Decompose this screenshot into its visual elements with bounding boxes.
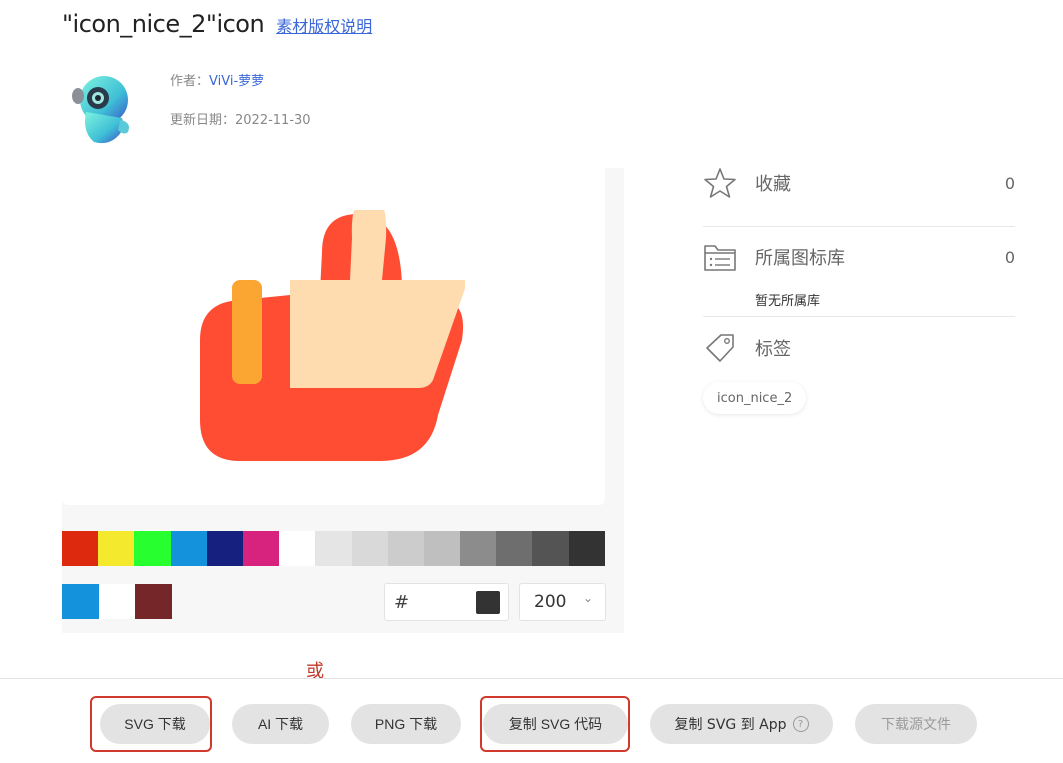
tag-icon: [706, 334, 734, 362]
chevron-down-icon: ⌄: [582, 591, 593, 605]
color-swatch[interactable]: [568, 531, 605, 566]
help-icon[interactable]: ?: [792, 716, 809, 732]
size-select[interactable]: 200 ⌄: [519, 583, 606, 621]
author-label: 作者：: [170, 74, 210, 89]
color-swatch[interactable]: [496, 531, 533, 566]
favorite-row[interactable]: 收藏 0: [703, 163, 1015, 203]
bottom-divider: [0, 678, 1063, 679]
color-swatch[interactable]: [315, 531, 352, 566]
color-swatch[interactable]: [460, 531, 497, 566]
icon-sidebar: 收藏 0 所属图标库 0 暂无所属库 标签 icon_nice_2: [703, 163, 1015, 423]
color-swatch[interactable]: [62, 584, 99, 619]
tags-label: 标签: [755, 339, 791, 360]
title-row: "icon_nice_2"icon 素材版权说明: [62, 10, 372, 42]
thumbs-up-icon: [200, 210, 465, 461]
png-download-button[interactable]: PNG 下载: [351, 704, 461, 744]
page-title: "icon_nice_2"icon: [62, 10, 265, 38]
library-empty-text: 暂无所属库: [755, 294, 821, 309]
star-icon: [704, 168, 736, 198]
palette-row-2: [62, 584, 172, 619]
color-swatch[interactable]: [387, 531, 424, 566]
date-info: 更新日期：2022-11-30: [170, 109, 311, 128]
favorite-count: 0: [1004, 173, 1015, 193]
size-value: 200: [534, 592, 567, 612]
current-color-swatch: [476, 591, 500, 614]
color-swatch[interactable]: [206, 531, 243, 566]
library-count: 0: [1004, 247, 1015, 267]
icon-preview: [62, 168, 605, 505]
download-source-button[interactable]: 下载源文件: [855, 704, 977, 744]
color-swatch[interactable]: [62, 531, 99, 566]
hex-input[interactable]: [411, 590, 471, 614]
ai-download-button[interactable]: AI 下载: [232, 704, 329, 744]
copyright-link[interactable]: 素材版权说明: [276, 13, 372, 37]
color-swatch[interactable]: [98, 531, 135, 566]
copy-svg-to-app-label: 复制 SVG 到 App: [674, 717, 787, 733]
preview-panel: # 200 ⌄: [62, 168, 624, 633]
library-row[interactable]: 所属图标库 0: [703, 237, 1015, 277]
color-swatch[interactable]: [242, 531, 280, 566]
copy-svg-code-button[interactable]: 复制 SVG 代码: [483, 704, 628, 744]
date-label: 更新日期：: [170, 113, 236, 128]
hash-symbol: #: [394, 592, 410, 613]
divider: [703, 226, 1015, 227]
color-swatch[interactable]: [279, 531, 316, 566]
color-swatch[interactable]: [532, 531, 569, 566]
library-label: 所属图标库: [755, 248, 845, 269]
svg-download-button[interactable]: SVG 下载: [100, 704, 210, 744]
chameleon-avatar-icon: [72, 76, 129, 144]
favorite-label: 收藏: [755, 174, 791, 195]
color-swatch[interactable]: [351, 531, 388, 566]
copy-svg-to-app-button[interactable]: 复制 SVG 到 App ?: [650, 704, 833, 744]
date-value: 2022-11-30: [235, 113, 311, 128]
color-swatch[interactable]: [134, 531, 171, 566]
color-swatch[interactable]: [98, 584, 135, 619]
divider: [703, 316, 1015, 317]
folder-list-icon: [704, 245, 736, 271]
tag-pill[interactable]: icon_nice_2: [703, 382, 807, 414]
tags-row: 标签: [703, 328, 1015, 368]
author-name-link[interactable]: ViVi-萝萝: [209, 74, 264, 89]
color-swatch[interactable]: [423, 531, 461, 566]
palette-row-1: [62, 531, 605, 566]
color-swatch[interactable]: [135, 584, 172, 619]
color-swatch[interactable]: [170, 531, 207, 566]
or-text: 或: [306, 661, 324, 682]
color-hex-field[interactable]: #: [384, 583, 509, 621]
author-avatar[interactable]: [68, 70, 134, 146]
author-info: 作者：ViVi-萝萝: [170, 70, 264, 89]
